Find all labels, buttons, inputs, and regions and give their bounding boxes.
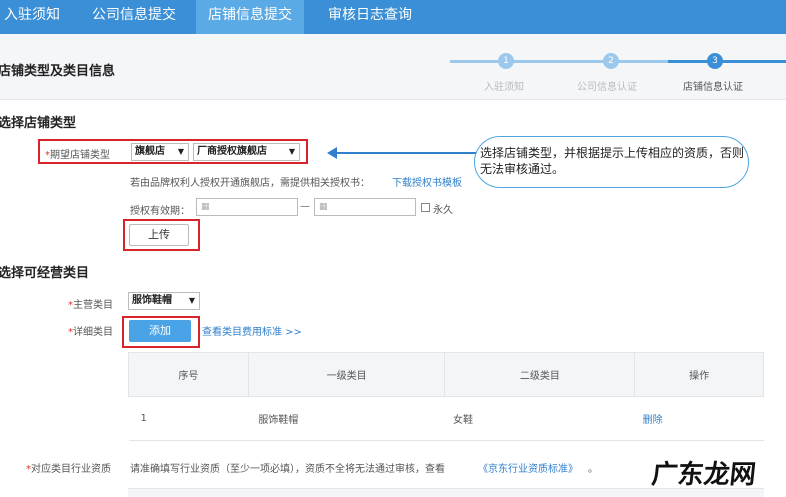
qualification-end-punct: 。: [588, 464, 598, 475]
step-3-circle: 3: [707, 53, 723, 69]
highlight-box-add: [122, 316, 200, 348]
detail-category-label: *详细类目: [68, 327, 113, 338]
category-table: 序号 一级类目 二级类目 操作 1 服饰鞋帽 女鞋 删除: [128, 352, 764, 441]
step-3-label: 店铺信息认证: [683, 82, 743, 93]
nav-item-store-info[interactable]: 店铺信息提交: [196, 0, 304, 34]
nav-item-settlement-notice[interactable]: 入驻须知: [0, 0, 72, 34]
page-title: 店铺类型及类目信息: [0, 64, 116, 79]
step-2-circle: 2: [603, 53, 619, 69]
permanent-label: 永久: [433, 205, 453, 216]
table-cell-level1: 服饰鞋帽: [248, 396, 445, 441]
step-1-label: 入驻须知: [484, 82, 524, 93]
top-nav-bar: 入驻须知 公司信息提交 店铺信息提交 审核日志查询: [0, 0, 786, 34]
calendar-icon: ▦: [319, 202, 328, 212]
watermark-logo: 广东龙网: [650, 460, 758, 490]
table-header-level2: 二级类目: [444, 352, 636, 397]
table-row: 1 服饰鞋帽 女鞋 删除: [128, 396, 764, 441]
permanent-checkbox[interactable]: [421, 203, 430, 212]
qualification-label: *对应类目行业资质: [26, 464, 111, 475]
step-1-circle: 1: [498, 53, 514, 69]
step-line-3: [668, 60, 786, 63]
section-title-store-type: 选择店铺类型: [0, 116, 77, 131]
highlight-box-upload: [123, 219, 200, 251]
nav-item-company-info[interactable]: 公司信息提交: [80, 0, 188, 34]
category-fee-link[interactable]: 查看类目费用标准 >>: [202, 323, 302, 338]
table-header-index: 序号: [128, 352, 249, 397]
validity-label: 授权有效期：: [130, 206, 190, 217]
callout-arrow-icon: [327, 147, 337, 159]
table-header-level1: 一级类目: [247, 352, 446, 397]
highlight-box-store-type: [38, 139, 308, 164]
nav-item-audit-log[interactable]: 审核日志查询: [316, 0, 424, 34]
main-category-label: *主营类目: [68, 300, 113, 311]
step-2-label: 公司信息认证: [577, 82, 637, 93]
date-range-dash: —: [300, 201, 310, 212]
chevron-down-icon: ▼: [188, 296, 195, 305]
table-header-action: 操作: [634, 352, 764, 397]
validity-end-date-input[interactable]: ▦: [314, 198, 416, 216]
page-header: [0, 34, 786, 100]
authorization-notice: 若由品牌权利人授权开通旗舰店，需提供相关授权书：: [130, 178, 370, 189]
section-title-category: 选择可经营类目: [0, 266, 90, 281]
download-template-link[interactable]: 下载授权书模板: [392, 174, 462, 189]
callout-text: 选择店铺类型，并根据提示上传相应的资质，否则无法审核通过。: [480, 146, 745, 176]
table-cell-index: 1: [128, 396, 249, 441]
qualification-standard-link[interactable]: 《京东行业资质标准》: [478, 460, 578, 475]
callout-arrow-line: [336, 152, 476, 154]
delete-link[interactable]: 删除: [634, 396, 764, 441]
calendar-icon: ▦: [201, 202, 210, 212]
main-category-select[interactable]: 服饰鞋帽 ▼: [128, 292, 200, 310]
validity-start-date-input[interactable]: ▦: [196, 198, 298, 216]
qualification-text: 请准确填写行业资质（至少一项必填），资质不全将无法通过审核，查看: [130, 464, 445, 475]
table-cell-level2: 女鞋: [444, 396, 635, 441]
